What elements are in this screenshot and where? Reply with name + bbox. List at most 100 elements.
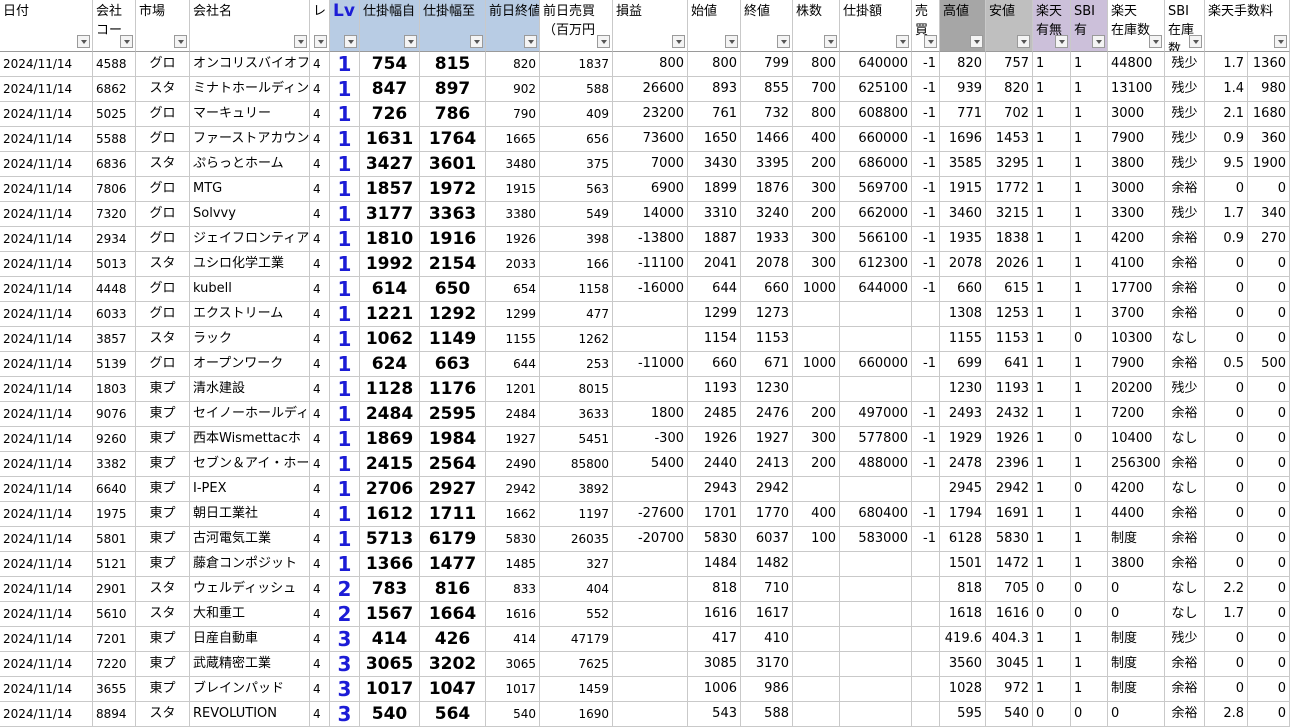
- cell-sbi-stock[interactable]: 余裕: [1165, 502, 1205, 527]
- cell-sbi-stock[interactable]: 余裕: [1165, 177, 1205, 202]
- cell-fee-rate[interactable]: 0: [1205, 177, 1248, 202]
- cell-entry-to[interactable]: 2154: [420, 252, 486, 277]
- cell-lev[interactable]: 4: [310, 427, 330, 452]
- cell-close[interactable]: 1153: [741, 327, 793, 352]
- cell-lv[interactable]: 1: [330, 352, 360, 377]
- cell-lev[interactable]: 4: [310, 327, 330, 352]
- cell-lev[interactable]: 4: [310, 152, 330, 177]
- cell-lv[interactable]: 1: [330, 252, 360, 277]
- cell-date[interactable]: 2024/11/14: [0, 577, 93, 602]
- column-header-prev-volume[interactable]: 前日売買 （百万円: [540, 0, 613, 52]
- cell-shares[interactable]: 400: [793, 127, 840, 152]
- cell-shares[interactable]: [793, 627, 840, 652]
- cell-fee-rate[interactable]: 1.7: [1205, 602, 1248, 627]
- cell-close[interactable]: 2078: [741, 252, 793, 277]
- cell-rakuten-stock[interactable]: 256300: [1108, 452, 1165, 477]
- cell-prev-close[interactable]: 1201: [486, 377, 540, 402]
- cell-rakuten-flag[interactable]: 0: [1033, 702, 1071, 727]
- cell-low[interactable]: 972: [986, 677, 1033, 702]
- cell-low[interactable]: 757: [986, 52, 1033, 77]
- cell-prev-volume[interactable]: 375: [540, 152, 613, 177]
- cell-sbi-flag[interactable]: 0: [1071, 702, 1108, 727]
- cell-rakuten-flag[interactable]: 1: [1033, 327, 1071, 352]
- cell-side[interactable]: -1: [912, 227, 940, 252]
- cell-entry-to[interactable]: 650: [420, 277, 486, 302]
- cell-high[interactable]: 939: [940, 77, 986, 102]
- cell-lv[interactable]: 1: [330, 427, 360, 452]
- cell-side[interactable]: -1: [912, 202, 940, 227]
- cell-low[interactable]: 1926: [986, 427, 1033, 452]
- cell-lv[interactable]: 1: [330, 202, 360, 227]
- cell-side[interactable]: -1: [912, 427, 940, 452]
- cell-prev-volume[interactable]: 166: [540, 252, 613, 277]
- cell-company[interactable]: オンコリスバイオファ: [190, 52, 310, 77]
- filter-dropdown-icon[interactable]: [404, 35, 417, 48]
- cell-code[interactable]: 9260: [93, 427, 136, 452]
- cell-shares[interactable]: [793, 377, 840, 402]
- cell-shares[interactable]: 1000: [793, 277, 840, 302]
- cell-prev-volume[interactable]: 1158: [540, 277, 613, 302]
- cell-lv[interactable]: 1: [330, 52, 360, 77]
- cell-pnl[interactable]: [613, 677, 688, 702]
- cell-prev-volume[interactable]: 3892: [540, 477, 613, 502]
- cell-side[interactable]: [912, 577, 940, 602]
- filter-dropdown-icon[interactable]: [924, 35, 937, 48]
- cell-fee-rate[interactable]: 1.4: [1205, 77, 1248, 102]
- column-header-rakuten-stock[interactable]: 楽天 在庫数: [1108, 0, 1165, 52]
- cell-low[interactable]: 2396: [986, 452, 1033, 477]
- cell-company[interactable]: 大和重工: [190, 602, 310, 627]
- filter-dropdown-icon[interactable]: [824, 35, 837, 48]
- cell-rakuten-flag[interactable]: 1: [1033, 302, 1071, 327]
- cell-side[interactable]: -1: [912, 402, 940, 427]
- cell-code[interactable]: 7220: [93, 652, 136, 677]
- cell-open[interactable]: 1899: [688, 177, 741, 202]
- cell-fee-rate[interactable]: 0: [1205, 677, 1248, 702]
- cell-prev-volume[interactable]: 1459: [540, 677, 613, 702]
- cell-pnl[interactable]: [613, 702, 688, 727]
- cell-lv[interactable]: 2: [330, 602, 360, 627]
- cell-lev[interactable]: 4: [310, 602, 330, 627]
- cell-fee[interactable]: 1360: [1248, 52, 1290, 77]
- cell-shares[interactable]: 800: [793, 102, 840, 127]
- cell-pnl[interactable]: [613, 602, 688, 627]
- cell-shares[interactable]: [793, 327, 840, 352]
- cell-sbi-stock[interactable]: なし: [1165, 327, 1205, 352]
- cell-fee-rate[interactable]: 0: [1205, 252, 1248, 277]
- cell-high[interactable]: 1935: [940, 227, 986, 252]
- filter-dropdown-icon[interactable]: [1055, 35, 1068, 48]
- cell-lv[interactable]: 1: [330, 152, 360, 177]
- cell-market[interactable]: 東プ: [136, 477, 190, 502]
- cell-date[interactable]: 2024/11/14: [0, 627, 93, 652]
- cell-pnl[interactable]: -300: [613, 427, 688, 452]
- column-header-market[interactable]: 市場: [136, 0, 190, 52]
- cell-pnl[interactable]: 7000: [613, 152, 688, 177]
- cell-pnl[interactable]: 14000: [613, 202, 688, 227]
- cell-entry-to[interactable]: 786: [420, 102, 486, 127]
- cell-rakuten-stock[interactable]: 制度: [1108, 627, 1165, 652]
- filter-dropdown-icon[interactable]: [120, 35, 133, 48]
- cell-shares[interactable]: 800: [793, 52, 840, 77]
- cell-rakuten-stock[interactable]: 7900: [1108, 127, 1165, 152]
- cell-open[interactable]: 1616: [688, 602, 741, 627]
- cell-entry-to[interactable]: 1984: [420, 427, 486, 452]
- cell-prev-volume[interactable]: 1197: [540, 502, 613, 527]
- cell-sbi-stock[interactable]: 余裕: [1165, 302, 1205, 327]
- cell-sbi-stock[interactable]: 余裕: [1165, 677, 1205, 702]
- cell-fee[interactable]: 0: [1248, 652, 1290, 677]
- cell-fee-rate[interactable]: 0.9: [1205, 227, 1248, 252]
- cell-date[interactable]: 2024/11/14: [0, 502, 93, 527]
- cell-code[interactable]: 1975: [93, 502, 136, 527]
- cell-entry-from[interactable]: 5713: [360, 527, 420, 552]
- cell-low[interactable]: 1453: [986, 127, 1033, 152]
- cell-rakuten-stock[interactable]: 制度: [1108, 527, 1165, 552]
- cell-sbi-stock[interactable]: 残少: [1165, 77, 1205, 102]
- cell-prev-close[interactable]: 1662: [486, 502, 540, 527]
- cell-low[interactable]: 3295: [986, 152, 1033, 177]
- cell-sbi-stock[interactable]: 余裕: [1165, 252, 1205, 277]
- cell-fee[interactable]: 0: [1248, 377, 1290, 402]
- cell-open[interactable]: 1650: [688, 127, 741, 152]
- cell-open[interactable]: 1701: [688, 502, 741, 527]
- cell-low[interactable]: 3045: [986, 652, 1033, 677]
- cell-prev-close[interactable]: 3380: [486, 202, 540, 227]
- cell-pnl[interactable]: 1800: [613, 402, 688, 427]
